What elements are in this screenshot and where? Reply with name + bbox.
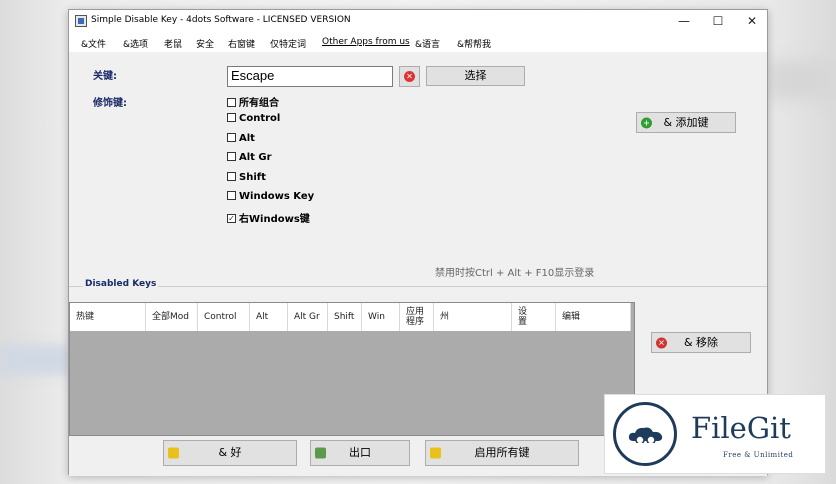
desktop-blur — [0, 345, 70, 375]
column-application[interactable]: 应用 程序 — [400, 303, 434, 331]
menu-specific-words[interactable]: 仅特定词 — [270, 37, 306, 50]
column-state[interactable]: 州 — [434, 303, 512, 331]
disabled-keys-table[interactable]: 热键 全部Mod Control Alt Alt Gr Shift Win 应用… — [69, 302, 635, 436]
add-icon: + — [641, 117, 652, 128]
column-all-mod[interactable]: 全部Mod — [146, 303, 198, 331]
disabled-keys-group-label: Disabled Keys — [83, 279, 159, 289]
enable-all-label: 启用所有键 — [474, 446, 530, 459]
menu-security[interactable]: 安全 — [196, 37, 214, 50]
checkbox[interactable] — [227, 190, 236, 200]
modifier-alt-gr[interactable]: Alt Gr — [227, 151, 272, 166]
checkbox-label: 所有组合 — [239, 98, 279, 109]
checkbox[interactable] — [227, 171, 236, 181]
column-edit[interactable]: 编辑 — [556, 303, 631, 331]
checkbox-label: Windows Key — [239, 191, 315, 202]
key-input[interactable]: Escape — [227, 66, 393, 87]
menu-file[interactable]: &文件 — [81, 37, 106, 50]
key-label: 关键: — [93, 71, 117, 82]
checkbox[interactable] — [227, 112, 236, 122]
column-alt-gr[interactable]: Alt Gr — [288, 303, 328, 331]
add-key-label: & 添加键 — [663, 116, 709, 129]
filegit-logo — [613, 402, 677, 466]
column-alt[interactable]: Alt — [250, 303, 288, 331]
menu-other-apps[interactable]: Other Apps from us — [322, 37, 410, 47]
checkbox-label: Alt Gr — [239, 152, 272, 163]
checkbox-label: Control — [239, 113, 281, 124]
maximize-button[interactable]: ☐ — [701, 10, 735, 32]
checkbox[interactable] — [227, 132, 236, 142]
modifier-label: 修饰键: — [93, 98, 127, 109]
desktop-blur — [770, 60, 836, 100]
exit-label: 出口 — [349, 446, 371, 459]
lock-icon — [168, 447, 179, 459]
modifier-shift[interactable]: Shift — [227, 171, 266, 186]
title-bar[interactable]: Simple Disable Key - 4dots Software - LI… — [69, 10, 767, 32]
app-icon — [75, 15, 87, 27]
add-key-button[interactable]: + & 添加键 — [636, 112, 736, 133]
menu-mouse[interactable]: 老鼠 — [164, 37, 182, 50]
remove-icon: ✕ — [656, 337, 667, 348]
clear-icon: ✕ — [404, 71, 415, 82]
select-key-button[interactable]: 选择 — [426, 66, 525, 86]
remove-key-button[interactable]: ✕ & 移除 — [651, 332, 751, 353]
checkbox-label: Shift — [239, 172, 266, 183]
group-divider — [69, 286, 767, 287]
minimize-button[interactable]: — — [667, 10, 701, 32]
modifier-windows-key[interactable]: Windows Key — [227, 190, 315, 205]
table-header: 热键 全部Mod Control Alt Alt Gr Shift Win 应用… — [70, 303, 631, 331]
menu-bar: &文件 &选项 老鼠 安全 右窗键 仅特定词 Other Apps from u… — [69, 32, 767, 52]
modifier-all-combinations[interactable]: 所有组合 — [227, 94, 279, 109]
remove-key-label: & 移除 — [683, 336, 719, 349]
menu-help[interactable]: &帮帮我 — [457, 37, 491, 50]
checkbox[interactable] — [227, 97, 236, 107]
checkbox[interactable] — [227, 151, 236, 161]
ok-button[interactable]: & 好 — [163, 440, 297, 466]
filegit-tagline: Free & Unlimited — [723, 451, 794, 459]
enable-all-keys-button[interactable]: 启用所有键 — [425, 440, 579, 466]
exit-icon — [315, 447, 326, 459]
ok-label: & 好 — [218, 446, 242, 459]
checkbox-label: Alt — [239, 133, 255, 144]
column-settings[interactable]: 设 置 — [512, 303, 556, 331]
column-win[interactable]: Win — [362, 303, 400, 331]
clear-key-button[interactable]: ✕ — [399, 66, 420, 87]
column-hotkey[interactable]: 热键 — [70, 303, 146, 331]
column-control[interactable]: Control — [198, 303, 250, 331]
exit-button[interactable]: 出口 — [310, 440, 410, 466]
modifier-alt[interactable]: Alt — [227, 132, 255, 147]
checkbox-label: 右Windows键 — [239, 214, 310, 225]
modifier-right-windows-key[interactable]: ✓ 右Windows键 — [227, 210, 310, 225]
close-button[interactable]: ✕ — [735, 10, 769, 32]
unlock-icon — [430, 447, 441, 459]
window-title: Simple Disable Key - 4dots Software - LI… — [91, 15, 351, 25]
menu-language[interactable]: &语言 — [415, 37, 440, 50]
modifier-control[interactable]: Control — [227, 112, 281, 127]
menu-right-window-key[interactable]: 右窗键 — [228, 37, 255, 50]
menu-options[interactable]: &选项 — [123, 37, 148, 50]
filegit-watermark: FileGit Free & Unlimited — [604, 394, 826, 474]
filegit-name: FileGit — [691, 411, 791, 445]
checkbox-checked[interactable]: ✓ — [227, 213, 236, 223]
cloud-icon — [628, 427, 663, 443]
column-shift[interactable]: Shift — [328, 303, 362, 331]
login-hint: 禁用时按Ctrl + Alt + F10显示登录 — [435, 268, 595, 279]
